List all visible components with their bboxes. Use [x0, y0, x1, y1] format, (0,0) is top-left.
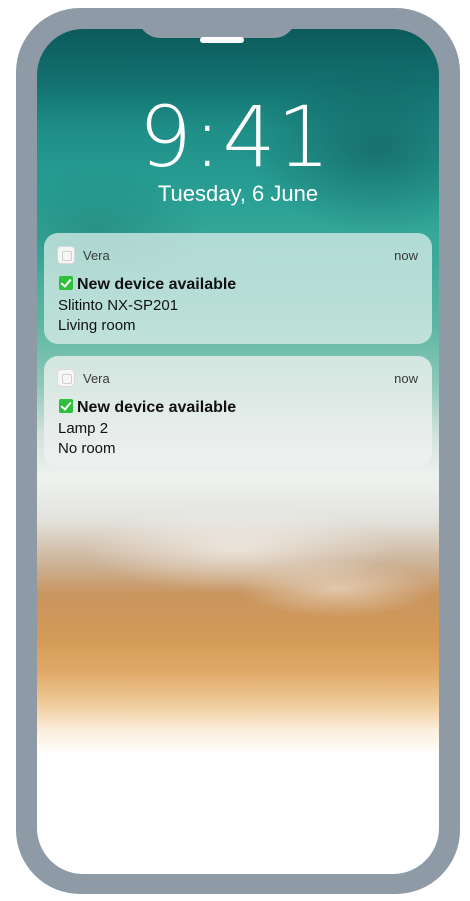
notification-device-name: Lamp 2: [58, 420, 109, 437]
notification-header: Vera now: [57, 369, 418, 389]
speaker-grille: [200, 37, 244, 43]
notification-title: New device available: [59, 276, 236, 294]
notification-app-name: Vera: [83, 248, 110, 263]
notification-room: Living room: [58, 317, 136, 334]
notification-header: Vera now: [57, 246, 418, 266]
notification-card[interactable]: Vera now New device available Slitinto N…: [44, 233, 432, 344]
lockscreen-date: Tuesday, 6 June: [157, 181, 319, 206]
lockscreen-time: 9:41: [138, 88, 332, 186]
notification-timestamp: now: [394, 248, 418, 263]
notification-room: No room: [58, 440, 116, 457]
vera-app-icon: [57, 369, 75, 387]
notification-card[interactable]: Vera now New device available Lamp 2 No …: [44, 356, 432, 467]
notification-app-name: Vera: [83, 371, 110, 386]
check-mark-icon: [59, 276, 73, 290]
notification-title: New device available: [59, 399, 236, 417]
notification-timestamp: now: [394, 371, 418, 386]
notification-title-text: New device available: [77, 276, 237, 293]
notification-title-text: New device available: [77, 399, 237, 416]
notch: [138, 8, 296, 38]
check-mark-icon: [59, 399, 73, 413]
vera-app-icon: [57, 246, 75, 264]
notification-device-name: Slitinto NX-SP201: [58, 297, 179, 314]
